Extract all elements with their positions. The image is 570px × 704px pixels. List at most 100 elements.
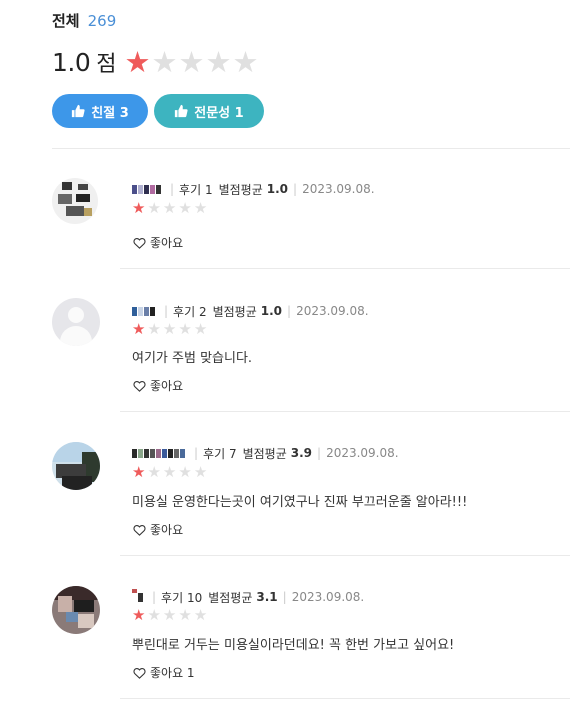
star-icon: ★: [178, 606, 192, 624]
average-value: 3.1: [256, 590, 278, 604]
average-score: 1.0: [52, 47, 91, 77]
separator: |: [164, 304, 169, 318]
review-star-rating: ★ ★ ★ ★ ★: [132, 322, 207, 337]
tag-chips: 친절 3 전문성 1: [52, 94, 570, 128]
star-icon: ★: [162, 320, 177, 338]
total-label: 전체: [52, 12, 80, 30]
review-date: 2023.09.08.: [291, 590, 365, 604]
total-count: 269: [87, 12, 117, 30]
review-meta: | 후기 10 별점평균 3.1 | 2023.09.08.: [132, 588, 365, 605]
score-row: 1.0 점 ★ ★ ★ ★ ★: [52, 44, 570, 80]
separator: |: [194, 446, 199, 460]
star-icon: ★: [162, 463, 177, 481]
review-star-rating: ★ ★ ★ ★ ★: [132, 465, 207, 480]
chip-kindness[interactable]: 친절 3: [52, 94, 148, 128]
star-icon: ★: [178, 463, 192, 481]
score-unit: 점: [96, 52, 117, 77]
star-icon: ★: [193, 199, 208, 217]
like-label: 좋아요 1: [150, 666, 195, 680]
star-icon: ★: [178, 320, 192, 338]
average-label: 별점평균: [212, 304, 257, 319]
star-icon: ★: [193, 463, 208, 481]
like-label: 좋아요: [150, 236, 184, 250]
average-value: 1.0: [260, 304, 283, 318]
review-meta: | 후기 2 별점평균 1.0 | 2023.09.08.: [132, 303, 369, 319]
divider: [52, 148, 570, 149]
review-star-rating: ★ ★ ★ ★ ★: [132, 608, 207, 623]
heart-outline-icon: [133, 524, 146, 536]
star-icon: ★: [124, 44, 151, 79]
avatar[interactable]: [52, 298, 100, 346]
average-value: 3.9: [290, 446, 313, 460]
divider: [120, 698, 570, 699]
review-count: 후기 10: [161, 590, 203, 605]
review-meta: | 후기 7 별점평균 3.9 | 2023.09.08.: [132, 445, 399, 461]
like-label: 좋아요: [150, 379, 184, 393]
star-icon: ★: [147, 320, 161, 338]
like-label: 좋아요: [150, 523, 184, 537]
star-icon: ★: [132, 320, 146, 338]
star-icon: ★: [132, 606, 146, 624]
average-star-rating: ★ ★ ★ ★ ★: [124, 44, 259, 79]
chip-label: 친절 3: [91, 105, 129, 121]
star-icon: ★: [178, 44, 205, 79]
avatar[interactable]: [52, 586, 100, 634]
heart-outline-icon: [133, 667, 146, 679]
review-date: 2023.09.08.: [326, 446, 399, 460]
star-icon: ★: [132, 199, 146, 217]
average-label: 별점평균: [218, 182, 263, 197]
total-row: 전체 269: [52, 10, 570, 36]
star-icon: ★: [193, 606, 208, 624]
star-icon: ★: [147, 199, 161, 217]
review-date: 2023.09.08.: [302, 182, 375, 196]
review-count: 후기 7: [203, 446, 237, 461]
like-button[interactable]: 좋아요 1: [133, 664, 195, 681]
star-icon: ★: [132, 463, 146, 481]
star-icon: ★: [147, 606, 161, 624]
star-icon: ★: [178, 199, 192, 217]
nickname-blurred[interactable]: [132, 306, 155, 316]
star-icon: ★: [162, 606, 177, 624]
star-icon: ★: [162, 199, 177, 217]
star-icon: ★: [147, 463, 161, 481]
nickname-blurred[interactable]: [132, 588, 143, 602]
divider: [120, 555, 570, 556]
heart-outline-icon: [133, 237, 146, 249]
review-text: 뿌린대로 거두는 미용실이라던데요! 꼭 한번 가보고 싶어요!: [132, 638, 455, 653]
divider: [120, 411, 570, 412]
average-value: 1.0: [266, 182, 289, 196]
review-text: 미용실 운영한다는곳이 여기였구나 진짜 부끄러운줄 알아라!!!: [132, 495, 468, 510]
review-date: 2023.09.08.: [296, 304, 369, 318]
separator: |: [287, 304, 292, 318]
chip-expertise[interactable]: 전문성 1: [154, 94, 264, 128]
heart-outline-icon: [133, 380, 146, 392]
average-label: 별점평균: [208, 590, 253, 605]
divider: [120, 268, 570, 269]
rating-summary: 전체 269 1.0 점 ★ ★ ★ ★ ★ 친절 3 전문성 1: [52, 10, 570, 128]
chip-label: 전문성 1: [194, 105, 244, 121]
review-meta: | 후기 1 별점평균 1.0 | 2023.09.08.: [132, 181, 375, 197]
review-text: 여기가 주범 맞습니다.: [132, 351, 253, 366]
review-count: 후기 1: [179, 182, 213, 197]
separator: |: [170, 182, 175, 196]
thumbs-up-icon: [72, 104, 85, 118]
review-star-rating: ★ ★ ★ ★ ★: [132, 201, 207, 216]
separator: |: [293, 182, 298, 196]
avatar[interactable]: [52, 442, 100, 490]
nickname-blurred[interactable]: [132, 184, 161, 194]
separator: |: [317, 446, 322, 460]
star-icon: ★: [205, 44, 232, 79]
average-label: 별점평균: [242, 446, 287, 461]
review-count: 후기 2: [173, 304, 207, 319]
separator: |: [282, 590, 287, 604]
separator: |: [152, 590, 157, 604]
star-icon: ★: [151, 44, 178, 79]
star-icon: ★: [193, 320, 208, 338]
thumbs-up-icon: [175, 104, 188, 118]
like-button[interactable]: 좋아요: [133, 234, 183, 251]
like-button[interactable]: 좋아요: [133, 521, 183, 538]
nickname-blurred[interactable]: [132, 448, 185, 458]
star-icon: ★: [232, 44, 259, 79]
like-button[interactable]: 좋아요: [133, 377, 183, 394]
avatar[interactable]: [52, 178, 98, 224]
